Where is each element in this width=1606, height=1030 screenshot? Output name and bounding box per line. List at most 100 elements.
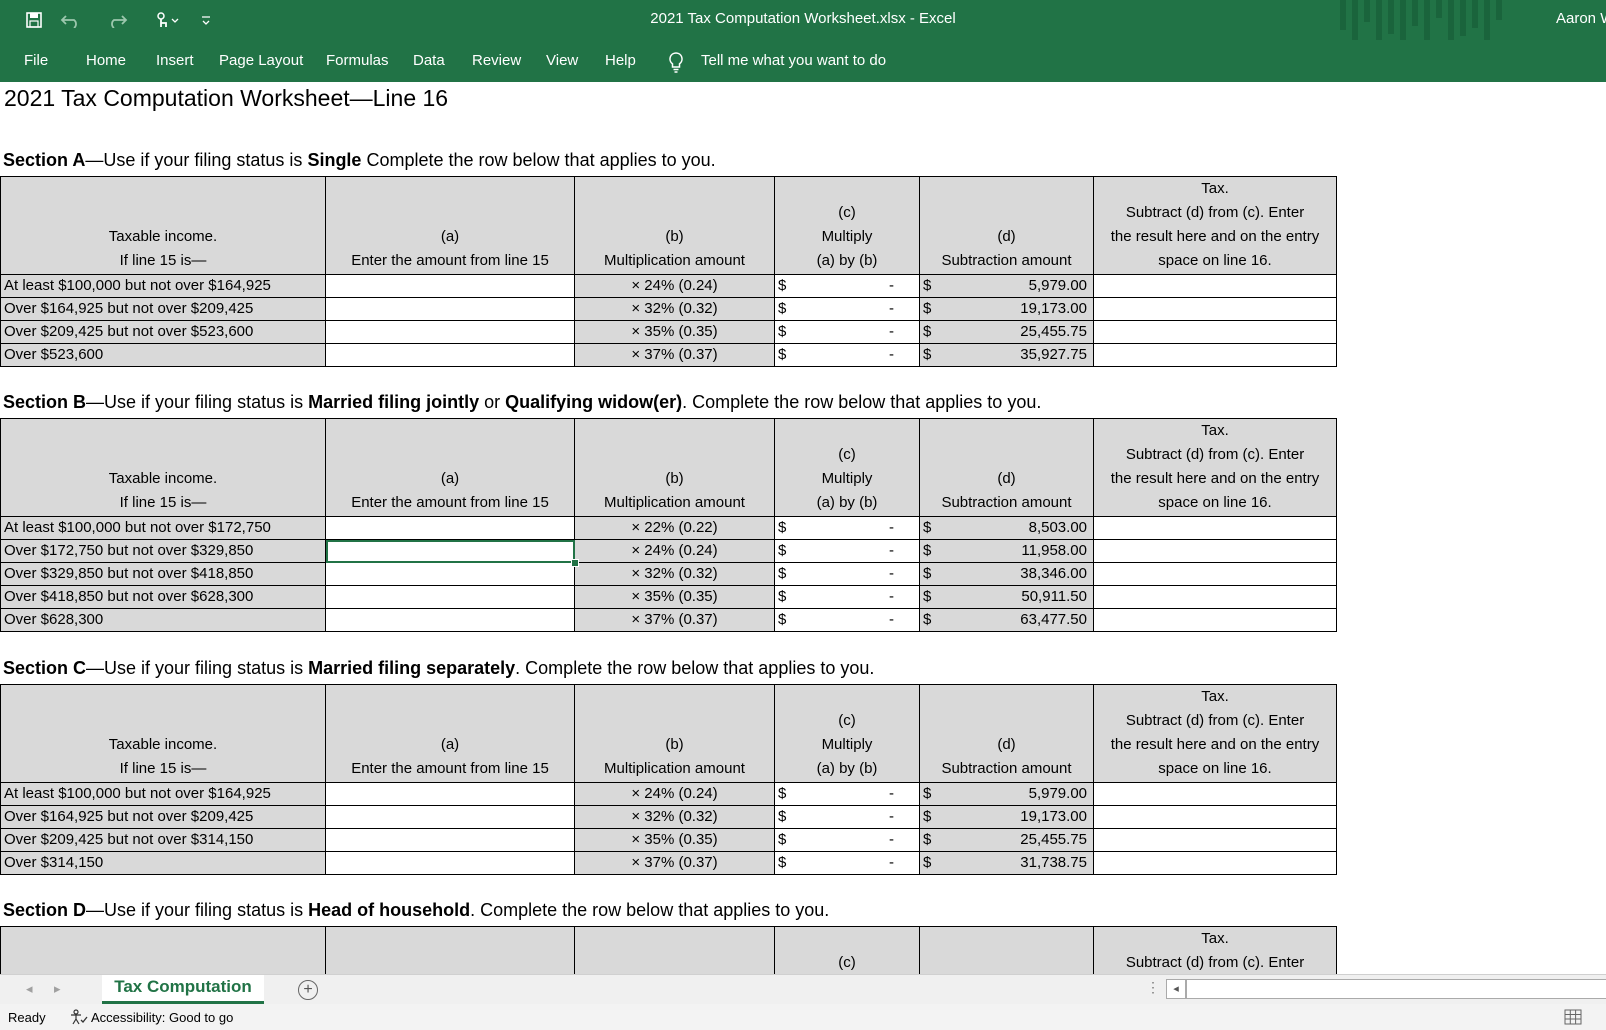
tab-help[interactable]: Help — [605, 52, 636, 69]
header-cell-a[interactable]: (a)Enter the amount from line 15 — [325, 926, 575, 974]
header-cell-a[interactable]: (a)Enter the amount from line 15 — [325, 418, 575, 517]
hscroll-left-arrow-icon[interactable]: ◂ — [1166, 979, 1186, 999]
header-cell-b[interactable]: (b)Multiplication amount — [574, 418, 775, 517]
tab-view[interactable]: View — [546, 52, 578, 69]
header-cell-b[interactable]: (b)Multiplication amount — [574, 684, 775, 783]
product-cell[interactable]: $ - — [774, 274, 920, 298]
amount-input-cell[interactable] — [325, 585, 575, 609]
subtraction-cell[interactable]: $11,958.00 — [919, 539, 1094, 563]
multiplication-cell[interactable]: × 24% (0.24) — [574, 782, 775, 806]
tax-result-cell[interactable] — [1093, 274, 1337, 298]
product-cell[interactable]: $ - — [774, 343, 920, 367]
amount-input-cell[interactable] — [325, 608, 575, 632]
amount-input-cell[interactable] — [325, 274, 575, 298]
subtraction-cell[interactable]: $38,346.00 — [919, 562, 1094, 586]
fill-handle[interactable] — [570, 558, 579, 567]
tax-result-cell[interactable] — [1093, 297, 1337, 321]
subtraction-cell[interactable]: $25,455.75 — [919, 828, 1094, 852]
scroll-sheets-right-icon[interactable]: ▸ — [54, 981, 61, 997]
header-cell-d[interactable]: (d)Subtraction amount — [919, 926, 1094, 974]
product-cell[interactable]: $ - — [774, 562, 920, 586]
tab-page-layout[interactable]: Page Layout — [219, 52, 303, 69]
subtraction-cell[interactable]: $5,979.00 — [919, 782, 1094, 806]
subtraction-cell[interactable]: $63,477.50 — [919, 608, 1094, 632]
income-range-cell[interactable]: Over $164,925 but not over $209,425 — [0, 297, 326, 321]
subtraction-cell[interactable]: $5,979.00 — [919, 274, 1094, 298]
header-cell-a[interactable]: (a)Enter the amount from line 15 — [325, 176, 575, 275]
amount-input-cell[interactable] — [325, 851, 575, 875]
amount-input-cell[interactable] — [325, 805, 575, 829]
header-cell-c[interactable]: (c)Multiply(a) by (b) — [774, 684, 920, 783]
header-cell-d[interactable]: (d)Subtraction amount — [919, 176, 1094, 275]
product-cell[interactable]: $ - — [774, 851, 920, 875]
income-range-cell[interactable]: Over $418,850 but not over $628,300 — [0, 585, 326, 609]
subtraction-cell[interactable]: $8,503.00 — [919, 516, 1094, 540]
subtraction-cell[interactable]: $19,173.00 — [919, 297, 1094, 321]
income-range-cell[interactable]: Over $628,300 — [0, 608, 326, 632]
header-cell-income[interactable]: Taxable income. If line 15 is— — [0, 176, 326, 275]
tax-result-cell[interactable] — [1093, 539, 1337, 563]
selected-cell[interactable] — [325, 539, 575, 563]
income-range-cell[interactable]: At least $100,000 but not over $164,925 — [0, 782, 326, 806]
subtraction-cell[interactable]: $31,738.75 — [919, 851, 1094, 875]
income-range-cell[interactable]: At least $100,000 but not over $172,750 — [0, 516, 326, 540]
amount-input-cell[interactable] — [325, 320, 575, 344]
multiplication-cell[interactable]: × 24% (0.24) — [574, 274, 775, 298]
income-range-cell[interactable]: Over $172,750 but not over $329,850 — [0, 539, 326, 563]
amount-input-cell[interactable] — [325, 782, 575, 806]
header-cell-tax[interactable]: Tax.Subtract (d) from (c). Enterthe resu… — [1093, 926, 1337, 974]
amount-input-cell[interactable] — [325, 343, 575, 367]
header-cell-income[interactable]: Taxable income. If line 15 is— — [0, 684, 326, 783]
tax-result-cell[interactable] — [1093, 343, 1337, 367]
amount-input-cell[interactable] — [325, 562, 575, 586]
multiplication-cell[interactable]: × 35% (0.35) — [574, 320, 775, 344]
header-cell-d[interactable]: (d)Subtraction amount — [919, 418, 1094, 517]
tab-file[interactable]: File — [24, 52, 48, 69]
tax-result-cell[interactable] — [1093, 782, 1337, 806]
tab-data[interactable]: Data — [413, 52, 445, 69]
header-cell-tax[interactable]: Tax.Subtract (d) from (c). Enterthe resu… — [1093, 684, 1337, 783]
tax-result-cell[interactable] — [1093, 320, 1337, 344]
header-cell-a[interactable]: (a)Enter the amount from line 15 — [325, 684, 575, 783]
horizontal-scrollbar[interactable] — [1186, 979, 1606, 999]
subtraction-cell[interactable]: $25,455.75 — [919, 320, 1094, 344]
tab-formulas[interactable]: Formulas — [326, 52, 389, 69]
header-cell-b[interactable]: (b)Multiplication amount — [574, 176, 775, 275]
income-range-cell[interactable]: Over $209,425 but not over $314,150 — [0, 828, 326, 852]
product-cell[interactable]: $ - — [774, 828, 920, 852]
tab-home[interactable]: Home — [86, 52, 126, 69]
tax-result-cell[interactable] — [1093, 608, 1337, 632]
add-sheet-icon[interactable]: + — [298, 980, 318, 1000]
multiplication-cell[interactable]: × 37% (0.37) — [574, 851, 775, 875]
accessibility-icon[interactable] — [69, 1009, 89, 1025]
header-cell-b[interactable]: (b)Multiplication amount — [574, 926, 775, 974]
income-range-cell[interactable]: Over $164,925 but not over $209,425 — [0, 805, 326, 829]
subtraction-cell[interactable]: $19,173.00 — [919, 805, 1094, 829]
multiplication-cell[interactable]: × 35% (0.35) — [574, 585, 775, 609]
income-range-cell[interactable]: At least $100,000 but not over $164,925 — [0, 274, 326, 298]
tax-result-cell[interactable] — [1093, 828, 1337, 852]
product-cell[interactable]: $ - — [774, 516, 920, 540]
tax-result-cell[interactable] — [1093, 516, 1337, 540]
product-cell[interactable]: $ - — [774, 782, 920, 806]
product-cell[interactable]: $ - — [774, 805, 920, 829]
worksheet-grid[interactable]: 2021 Tax Computation Worksheet—Line 16 S… — [0, 82, 1606, 974]
normal-view-icon[interactable] — [1564, 1009, 1582, 1025]
amount-input-cell[interactable] — [325, 297, 575, 321]
subtraction-cell[interactable]: $50,911.50 — [919, 585, 1094, 609]
tax-result-cell[interactable] — [1093, 562, 1337, 586]
scroll-sheets-left-icon[interactable]: ◂ — [26, 981, 33, 997]
product-cell[interactable]: $ - — [774, 539, 920, 563]
header-cell-c[interactable]: (c)Multiply(a) by (b) — [774, 926, 920, 974]
accessibility-status[interactable]: Accessibility: Good to go — [91, 1010, 233, 1025]
user-account[interactable]: Aaron W — [1556, 10, 1606, 27]
product-cell[interactable]: $ - — [774, 585, 920, 609]
multiplication-cell[interactable]: × 32% (0.32) — [574, 297, 775, 321]
multiplication-cell[interactable]: × 32% (0.32) — [574, 562, 775, 586]
header-cell-c[interactable]: (c)Multiply(a) by (b) — [774, 176, 920, 275]
multiplication-cell[interactable]: × 24% (0.24) — [574, 539, 775, 563]
amount-input-cell[interactable] — [325, 516, 575, 540]
product-cell[interactable]: $ - — [774, 297, 920, 321]
product-cell[interactable]: $ - — [774, 608, 920, 632]
tab-insert[interactable]: Insert — [156, 52, 194, 69]
